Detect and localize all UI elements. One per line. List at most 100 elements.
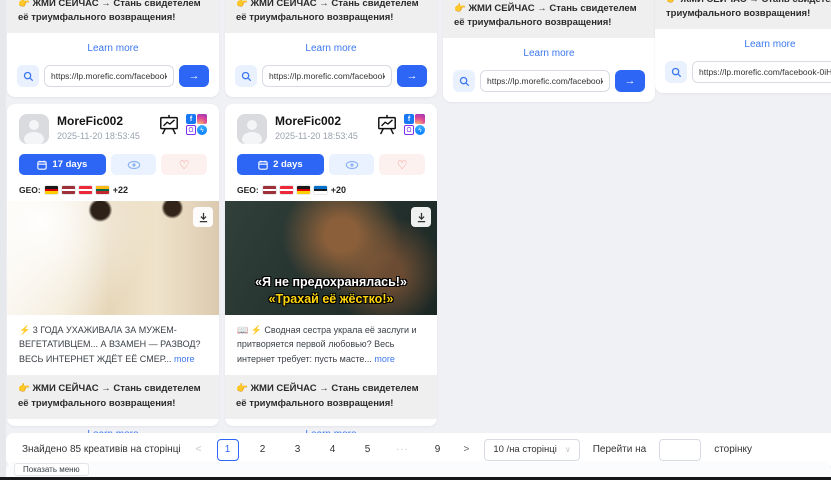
flag-germany-icon [297,186,310,194]
download-image-icon[interactable] [193,207,213,227]
facebook-icon[interactable]: f [186,114,196,124]
search-icon[interactable] [235,65,257,87]
search-icon[interactable] [665,61,687,83]
days-active-button[interactable]: 17 days [19,154,106,175]
geo-more-count[interactable]: +20 [331,185,346,195]
goto-suffix-label: сторінку [714,444,752,455]
cta-highlight: 👉 ЖМИ СЕЙЧАС → Стань свидетелем её триум… [7,375,219,418]
stats-board-icon[interactable] [158,114,180,140]
cta-highlight: 👉 ЖМИ СЕЙЧАС → Стань свидетелем её триум… [443,0,655,38]
flag-latvia-icon [263,186,276,194]
page-button-4[interactable]: 4 [322,439,344,461]
geo-label: GEO: [19,185,41,195]
cta-highlight: 👉 ЖМИ СЕЙЧАС → Стань свидетелем её триум… [7,0,219,33]
goto-page-input[interactable] [659,439,701,461]
url-row: → [443,61,655,102]
more-link[interactable]: more [374,354,395,364]
show-menu-button[interactable]: Показать меню [14,463,89,476]
flag-austria-icon [280,186,293,194]
flag-estonia-icon [314,186,327,194]
cta-highlight: 👉 ЖМИ СЕЙЧАС → Стань свидетелем её триум… [225,0,437,33]
audience-network-icon[interactable]: Ω [186,125,196,135]
next-page-chevron[interactable]: > [462,444,472,455]
social-icons: f Ω ϟ [404,114,425,135]
learn-more-link[interactable]: Learn more [225,33,437,56]
days-active-button[interactable]: 2 days [237,154,324,175]
open-url-button[interactable]: → [179,65,209,87]
page-ellipsis: ··· [392,439,414,461]
avatar [237,114,267,144]
creatives-spy-page: 👉 ЖМИ СЕЙЧАС → Стань свидетелем её триум… [0,0,831,480]
url-row: → [225,56,437,97]
geo-flags [263,186,327,194]
overlay-line-1: «Я не предохранялась!» [225,274,437,291]
ad-text: 📖 ⚡ Сводная сестра украла её заслуги и п… [225,315,437,375]
learn-more-link[interactable]: Learn more [443,38,655,61]
image-overlay-text: «Я не предохранялась!» «Трахай её жёстко… [225,274,437,308]
card-fragment-1: 👉 ЖМИ СЕЙЧАС → Стань свидетелем её триум… [7,0,219,97]
url-row [655,52,831,93]
profile-row: MoreFic002 2025-11-20 18:53:45 f Ω ϟ [7,104,219,150]
account-info: MoreFic002 2025-11-20 18:53:45 [275,114,368,141]
facebook-icon[interactable]: f [404,114,414,124]
card-fragment-body: ИНТЕРНЕТ ЖДЁТ ЕЁ СМЕР... more 👉 ЖМИ СЕЙЧ… [443,0,655,102]
bottom-overlay-bar: Показать меню [6,462,831,477]
views-button[interactable] [111,154,157,175]
card-fragment-body: 👉 ЖМИ СЕЙЧАС → Стань свидетелем её триум… [225,0,437,97]
per-page-value: 10 /на сторінці [493,444,557,455]
views-button[interactable] [329,154,375,175]
learn-more-link[interactable]: Learn more [7,33,219,56]
more-link[interactable]: more [174,354,195,364]
card-actions: 2 days ♡ [225,150,437,181]
account-name: MoreFic002 [275,114,368,128]
card-fragment-body: 👉 ЖМИ СЕЙЧАС → Стань свидетелем её триум… [7,0,219,97]
page-button-2[interactable]: 2 [252,439,274,461]
card-fragment-body: 👉 ЖМИ СЕЙЧАС → Стань свидетелем её триум… [655,0,831,93]
page-button-9[interactable]: 9 [427,439,449,461]
creative-card-2: MoreFic002 2025-11-20 18:53:45 f Ω ϟ 2 d… [225,104,437,426]
landing-url-input[interactable] [480,70,610,92]
learn-more-link[interactable]: Learn more [655,29,831,52]
open-url-button[interactable]: → [397,65,427,87]
search-icon[interactable] [453,70,475,92]
url-row: → [7,56,219,97]
creative-date: 2025-11-20 18:53:45 [57,131,150,141]
stats-board-icon[interactable] [376,114,398,140]
account-info: MoreFic002 2025-11-20 18:53:45 [57,114,150,141]
creative-card-1: MoreFic002 2025-11-20 18:53:45 f Ω ϟ 17 … [7,104,219,426]
card-fragment-2: 👉 ЖМИ СЕЙЧАС → Стань свидетелем её триум… [225,0,437,97]
geo-more-count[interactable]: +22 [113,185,128,195]
flag-germany-icon [45,186,58,194]
favorite-button[interactable]: ♡ [379,154,425,175]
flag-austria-icon [79,186,92,194]
landing-url-input[interactable] [262,65,392,87]
instagram-icon[interactable] [415,114,425,124]
page-numbers: 12345 ··· 9 [217,439,449,461]
chevron-down-icon: ∨ [565,445,571,454]
profile-icons: f Ω ϟ [158,114,207,140]
cta-highlight: 👉 ЖМИ СЕЙЧАС → Стань свидетелем её триум… [225,375,437,418]
messenger-icon[interactable]: ϟ [415,125,425,135]
card-actions: 17 days ♡ [7,150,219,181]
favorite-button[interactable]: ♡ [161,154,207,175]
per-page-select[interactable]: 10 /на сторінці ∨ [484,439,579,461]
days-label: 2 days [273,159,303,170]
ad-image-rainy-glass: «Я не предохранялась!» «Трахай её жёстко… [225,201,437,315]
landing-url-input[interactable] [44,65,174,87]
instagram-icon[interactable] [197,114,207,124]
page-button-1[interactable]: 1 [217,439,239,461]
left-gutter [0,0,6,480]
geo-row: GEO: +20 [225,181,437,201]
card-fragment-3: ИНТЕРНЕТ ЖДЁТ ЕЁ СМЕР... more 👉 ЖМИ СЕЙЧ… [443,0,655,102]
landing-url-input[interactable] [692,61,831,83]
page-button-3[interactable]: 3 [287,439,309,461]
open-url-button[interactable]: → [615,70,645,92]
prev-page-chevron[interactable]: < [194,444,204,455]
audience-network-icon[interactable]: Ω [404,125,414,135]
page-button-5[interactable]: 5 [357,439,379,461]
messenger-icon[interactable]: ϟ [197,125,207,135]
download-image-icon[interactable] [411,207,431,227]
avatar [19,114,49,144]
flag-latvia-icon [62,186,75,194]
search-icon[interactable] [17,65,39,87]
